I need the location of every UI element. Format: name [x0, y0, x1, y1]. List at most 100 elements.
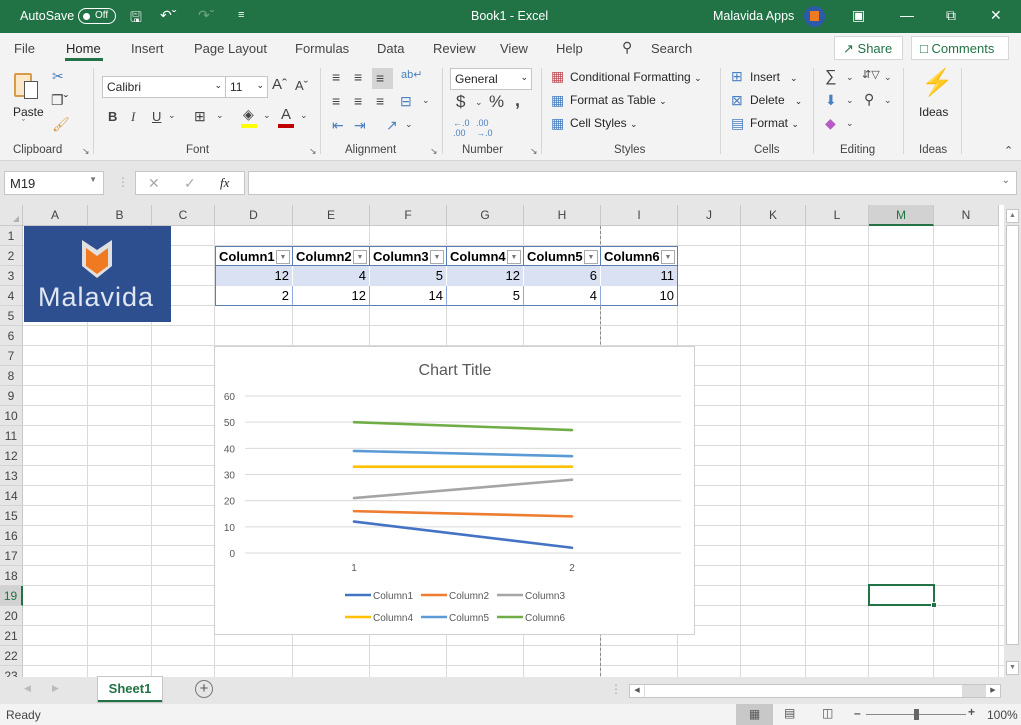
- row-header-15[interactable]: 15: [0, 506, 23, 526]
- table-cell[interactable]: 12: [293, 286, 370, 306]
- percent-button[interactable]: %: [489, 92, 504, 112]
- tab-view[interactable]: View: [500, 41, 528, 56]
- column-header-e[interactable]: E: [293, 205, 370, 226]
- merge-center-icon[interactable]: ⊟: [400, 93, 412, 110]
- tab-page-layout[interactable]: Page Layout: [194, 41, 267, 56]
- column-header-j[interactable]: J: [678, 205, 741, 226]
- table-cell[interactable]: 5: [370, 266, 447, 286]
- currency-button[interactable]: $: [456, 92, 465, 112]
- minimize-icon[interactable]: —: [900, 7, 914, 23]
- number-format-select[interactable]: General ⌄: [450, 68, 532, 90]
- restore-icon[interactable]: ⧉: [946, 7, 956, 24]
- copy-icon[interactable]: ❐ˇ: [51, 92, 68, 109]
- filter-dropdown-icon[interactable]: ▼: [353, 250, 367, 264]
- splitter-handle[interactable]: ⋮: [610, 682, 622, 696]
- insert-cells-button[interactable]: Insert ⌄: [750, 70, 798, 84]
- table-header-cell[interactable]: Column3 ▼: [370, 246, 447, 266]
- search-box[interactable]: Search: [651, 41, 692, 56]
- align-left-icon[interactable]: ≡: [332, 93, 340, 109]
- more-options-icon[interactable]: ⋮: [117, 175, 129, 189]
- column-header-m[interactable]: M: [869, 205, 934, 226]
- paste-dropdown-icon[interactable]: ˇ: [22, 118, 25, 128]
- align-center-icon[interactable]: ≡: [354, 93, 362, 109]
- paste-icon[interactable]: [14, 71, 42, 103]
- table-cell[interactable]: 11: [601, 266, 678, 286]
- row-header-21[interactable]: 21: [0, 626, 23, 646]
- orientation-icon[interactable]: ↗: [386, 117, 398, 134]
- cancel-icon[interactable]: ✕: [148, 175, 160, 192]
- name-box[interactable]: M19 ▼: [4, 171, 104, 195]
- bold-button[interactable]: B: [108, 109, 117, 124]
- table-cell[interactable]: 14: [370, 286, 447, 306]
- chevron-down-icon[interactable]: ⌄: [405, 119, 413, 130]
- table-header-cell[interactable]: Column2 ▼: [293, 246, 370, 266]
- close-icon[interactable]: ✕: [990, 7, 1002, 24]
- table-cell[interactable]: 5: [447, 286, 524, 306]
- autosave-toggle[interactable]: Off: [78, 8, 116, 24]
- table-cell[interactable]: 4: [293, 266, 370, 286]
- page-layout-view-icon[interactable]: ▤: [784, 706, 795, 720]
- font-name-select[interactable]: Calibri ⌄: [102, 76, 226, 98]
- comma-style-button[interactable]: ,: [515, 90, 520, 111]
- redo-icon[interactable]: ↷ˇ: [198, 7, 214, 24]
- customize-qat-icon[interactable]: ≡: [238, 9, 244, 21]
- table-cell[interactable]: 12: [215, 266, 293, 286]
- avatar[interactable]: [804, 6, 825, 27]
- normal-view-icon[interactable]: ▦: [736, 704, 773, 725]
- chevron-down-icon[interactable]: ⌄: [300, 110, 308, 121]
- scroll-up-icon[interactable]: ▲: [1006, 209, 1019, 223]
- delete-cells-button[interactable]: Delete ⌄: [750, 93, 802, 107]
- fill-color-icon[interactable]: ◈: [243, 106, 254, 123]
- row-header-6[interactable]: 6: [0, 326, 23, 346]
- row-header-16[interactable]: 16: [0, 526, 23, 546]
- table-header-cell[interactable]: Column1 ▼: [215, 246, 293, 266]
- align-bottom-button[interactable]: ≡: [372, 68, 393, 89]
- tab-file[interactable]: File: [14, 41, 35, 56]
- column-header-g[interactable]: G: [447, 205, 524, 226]
- cut-icon[interactable]: ✂: [52, 68, 64, 85]
- collapse-ribbon-icon[interactable]: ⌃: [1004, 144, 1013, 157]
- tab-help[interactable]: Help: [556, 41, 583, 56]
- paste-button[interactable]: Paste: [13, 105, 44, 119]
- chevron-down-icon[interactable]: ⌄: [884, 72, 892, 83]
- chevron-down-icon[interactable]: ⌄: [422, 95, 430, 106]
- table-cell[interactable]: 4: [524, 286, 601, 306]
- font-size-select[interactable]: 11 ⌄: [225, 76, 268, 98]
- column-header-a[interactable]: A: [23, 205, 88, 226]
- zoom-level[interactable]: 100%: [987, 708, 1018, 722]
- number-launcher-icon[interactable]: ↘: [530, 146, 538, 157]
- italic-button[interactable]: I: [131, 109, 135, 125]
- font-launcher-icon[interactable]: ↘: [309, 146, 317, 157]
- vertical-scrollbar[interactable]: ▲ ▼: [1004, 205, 1021, 677]
- row-header-3[interactable]: 3: [0, 266, 23, 286]
- expand-formula-icon[interactable]: ⌄: [1002, 175, 1010, 186]
- table-header-cell[interactable]: Column5 ▼: [524, 246, 601, 266]
- fill-handle[interactable]: [931, 602, 937, 608]
- align-right-icon[interactable]: ≡: [376, 93, 384, 109]
- row-header-5[interactable]: 5: [0, 306, 23, 326]
- filter-dropdown-icon[interactable]: ▼: [584, 250, 598, 264]
- undo-icon[interactable]: ↶ˇ: [160, 7, 176, 24]
- tab-formulas[interactable]: Formulas: [295, 41, 349, 56]
- clipboard-launcher-icon[interactable]: ↘: [82, 146, 90, 157]
- select-all-button[interactable]: ◢: [0, 205, 23, 226]
- next-sheet-icon[interactable]: ▶: [52, 683, 59, 694]
- ideas-button[interactable]: Ideas: [919, 105, 948, 119]
- clear-icon[interactable]: ◆: [825, 115, 836, 132]
- row-header-14[interactable]: 14: [0, 486, 23, 506]
- chevron-down-icon[interactable]: ⌄: [846, 118, 854, 129]
- decrease-font-icon[interactable]: Aˇ: [295, 78, 308, 93]
- conditional-formatting-button[interactable]: Conditional Formatting ⌄: [570, 70, 702, 84]
- filter-dropdown-icon[interactable]: ▼: [507, 250, 521, 264]
- row-header-1[interactable]: 1: [0, 226, 23, 246]
- horizontal-scroll-thumb[interactable]: [645, 685, 962, 697]
- row-header-20[interactable]: 20: [0, 606, 23, 626]
- underline-button[interactable]: U: [152, 109, 161, 124]
- row-header-4[interactable]: 4: [0, 286, 23, 306]
- vertical-scroll-thumb[interactable]: [1006, 225, 1019, 645]
- table-header-cell[interactable]: Column4 ▼: [447, 246, 524, 266]
- column-header-d[interactable]: D: [215, 205, 293, 226]
- chevron-down-icon[interactable]: ⌄: [475, 97, 483, 108]
- table-cell[interactable]: 6: [524, 266, 601, 286]
- row-header-8[interactable]: 8: [0, 366, 23, 386]
